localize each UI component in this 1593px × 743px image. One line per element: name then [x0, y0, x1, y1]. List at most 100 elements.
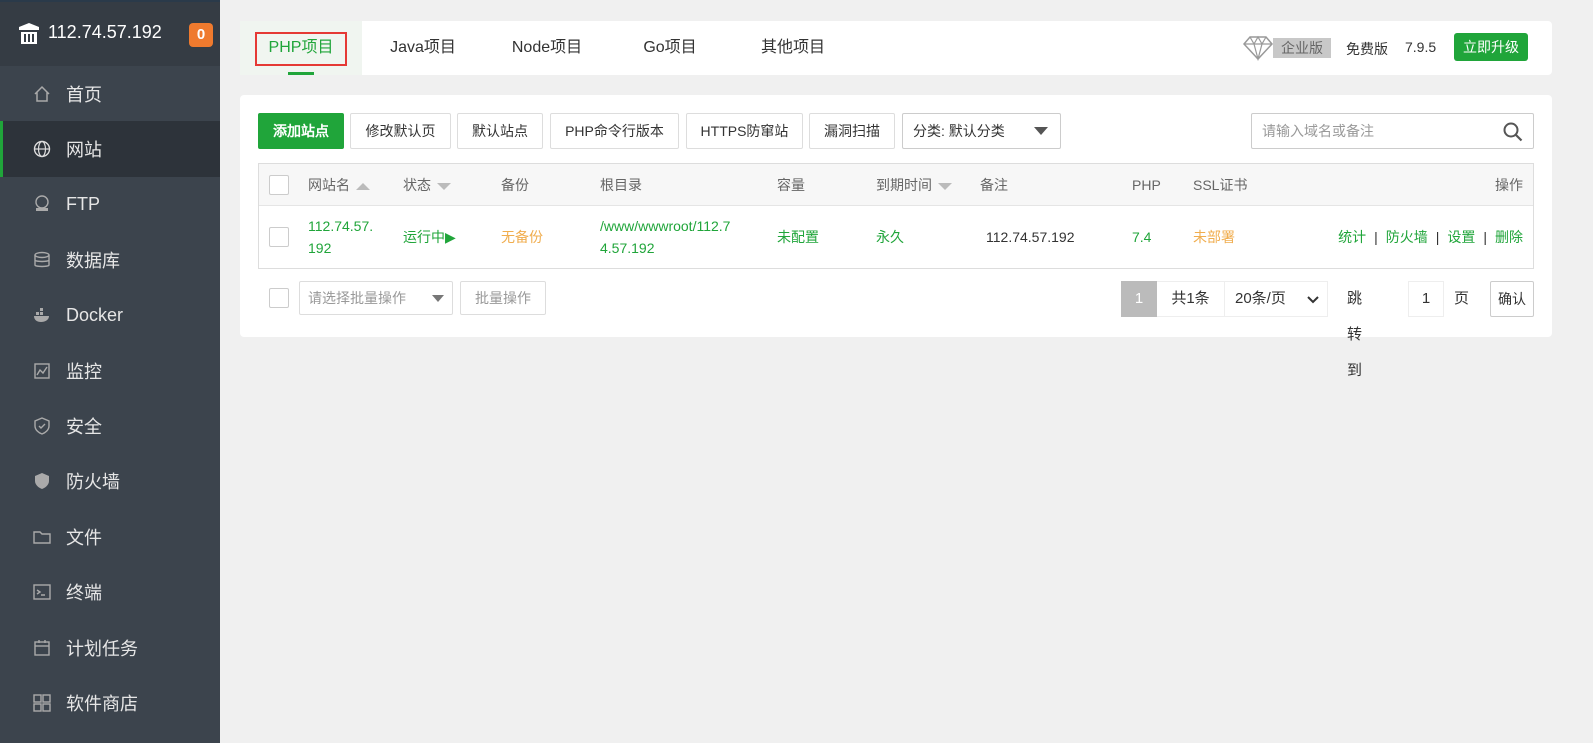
modify-default-page-button[interactable]: 修改默认页 — [350, 113, 451, 149]
upgrade-button[interactable]: 立即升级 — [1454, 33, 1528, 61]
sidebar-item-files[interactable]: 文件 — [0, 509, 220, 564]
project-tabs-bar: PHP项目 Java项目 Node项目 Go项目 其他项目 企业版 免费版 7.… — [240, 21, 1552, 75]
table-footer: 请选择批量操作 批量操作 1 共1条 20条/页 跳转到 1 页 确认 — [258, 281, 1534, 379]
ssl-status[interactable]: 未部署 — [1193, 226, 1235, 248]
folder-icon — [32, 527, 52, 547]
search-icon[interactable] — [1503, 122, 1523, 142]
site-list-panel: 添加站点 修改默认页 默认站点 PHP命令行版本 HTTPS防窜站 漏洞扫描 分… — [240, 95, 1552, 379]
batch-operation-button[interactable]: 批量操作 — [460, 281, 546, 315]
version-number: 7.9.5 — [1405, 39, 1437, 55]
page-size-select[interactable]: 20条/页 — [1225, 281, 1328, 317]
page-unit-label: 页 — [1454, 290, 1470, 307]
column-remark: 备注 — [980, 177, 1008, 193]
tab-java[interactable]: Java项目 — [362, 21, 484, 75]
column-root-dir: 根目录 — [600, 177, 642, 193]
site-table: 网站名 状态 备份 根目录 容量 到期时间 备注 PHP SSL证书 操作 11… — [258, 163, 1534, 269]
sidebar-item-docker[interactable]: Docker — [0, 288, 220, 343]
firewall-link[interactable]: 防火墙 — [1386, 229, 1428, 245]
shield-icon — [32, 416, 52, 436]
column-capacity: 容量 — [777, 177, 805, 193]
sidebar-item-appstore[interactable]: 软件商店 — [0, 675, 220, 730]
sidebar-item-ftp[interactable]: FTP — [0, 177, 220, 232]
category-select-value: 分类: 默认分类 — [913, 123, 1005, 139]
expire-value[interactable]: 永久 — [876, 226, 904, 248]
backup-status[interactable]: 无备份 — [501, 226, 543, 248]
jump-label: 跳转到 — [1347, 290, 1363, 379]
vuln-scan-button[interactable]: 漏洞扫描 — [809, 113, 895, 149]
chevron-down-icon — [432, 295, 444, 302]
notification-badge[interactable]: 0 — [189, 23, 213, 47]
column-actions: 操作 — [1495, 177, 1523, 193]
free-edition-label: 免费版 — [1346, 41, 1388, 57]
enterprise-edition[interactable]: 企业版 — [1243, 35, 1331, 61]
sidebar-item-label: Docker — [66, 304, 124, 325]
sidebar-item-cron[interactable]: 计划任务 — [0, 620, 220, 675]
sidebar: 112.74.57.192 0 首页 网站 FTP 数据库 Docker 监控 — [0, 0, 220, 743]
table-row: 112.74.57. 192 运行中▶ 无备份 /www/wwwroot/112.… — [259, 207, 1533, 268]
sort-asc-icon — [356, 182, 370, 190]
delete-link[interactable]: 删除 — [1495, 229, 1523, 245]
sidebar-menu: 首页 网站 FTP 数据库 Docker 监控 安全 防火墙 文件 终端 计划任… — [0, 66, 220, 731]
column-expire[interactable]: 到期时间 — [876, 164, 952, 206]
confirm-jump-button[interactable]: 确认 — [1490, 281, 1534, 317]
category-select[interactable]: 分类: 默认分类 — [902, 113, 1061, 149]
server-ip[interactable]: 112.74.57.192 — [48, 22, 162, 43]
sidebar-item-label: 网站 — [66, 140, 102, 161]
search-box[interactable] — [1251, 113, 1534, 149]
monitor-icon — [32, 361, 52, 381]
sort-desc-icon — [437, 182, 451, 190]
sidebar-item-terminal[interactable]: 终端 — [0, 565, 220, 620]
capacity-value[interactable]: 未配置 — [777, 226, 819, 248]
php-version-value[interactable]: 7.4 — [1132, 226, 1151, 248]
select-all-checkbox[interactable] — [269, 175, 289, 195]
sidebar-item-website[interactable]: 网站 — [0, 121, 220, 178]
https-guard-button[interactable]: HTTPS防窜站 — [686, 113, 803, 149]
sidebar-item-label: 软件商店 — [66, 693, 138, 714]
column-site-name[interactable]: 网站名 — [308, 164, 370, 206]
batch-select-all-checkbox[interactable] — [269, 288, 289, 308]
remark-value[interactable]: 112.74.57.192 — [986, 226, 1075, 248]
tab-node[interactable]: Node项目 — [484, 21, 610, 75]
apps-icon — [32, 693, 52, 713]
row-checkbox[interactable] — [269, 227, 289, 247]
enterprise-label: 企业版 — [1273, 38, 1331, 58]
stats-link[interactable]: 统计 — [1338, 229, 1366, 245]
site-name-link[interactable]: 112.74.57. 192 — [308, 215, 373, 259]
sidebar-item-label: 防火墙 — [66, 472, 120, 493]
column-backup: 备份 — [501, 177, 529, 193]
tab-go[interactable]: Go项目 — [610, 21, 730, 75]
calendar-icon — [32, 638, 52, 658]
default-site-button[interactable]: 默认站点 — [457, 113, 543, 149]
root-dir-link[interactable]: /www/wwwroot/112.7 4.57.192 — [600, 215, 730, 259]
sidebar-item-firewall[interactable]: 防火墙 — [0, 454, 220, 509]
sidebar-item-label: 安全 — [66, 417, 102, 438]
sidebar-item-monitor[interactable]: 监控 — [0, 343, 220, 398]
php-cli-version-button[interactable]: PHP命令行版本 — [550, 113, 679, 149]
sidebar-item-label: FTP — [66, 193, 100, 214]
sidebar-item-home[interactable]: 首页 — [0, 66, 220, 121]
search-input[interactable] — [1252, 114, 1492, 148]
docker-icon — [32, 305, 52, 325]
ftp-icon — [32, 194, 52, 214]
column-status[interactable]: 状态 — [403, 164, 451, 206]
add-site-button[interactable]: 添加站点 — [258, 113, 344, 149]
database-icon — [32, 250, 52, 270]
page-current[interactable]: 1 — [1121, 281, 1157, 317]
sidebar-item-database[interactable]: 数据库 — [0, 232, 220, 287]
status-running[interactable]: 运行中▶ — [403, 226, 456, 248]
settings-link[interactable]: 设置 — [1447, 229, 1475, 245]
table-header: 网站名 状态 备份 根目录 容量 到期时间 备注 PHP SSL证书 操作 — [259, 164, 1533, 206]
firewall-icon — [32, 471, 52, 491]
sidebar-item-security[interactable]: 安全 — [0, 398, 220, 453]
chevron-down-icon — [1034, 127, 1048, 135]
tab-other[interactable]: 其他项目 — [730, 21, 856, 75]
row-actions: 统计 | 防火墙 | 设置 | 删除 — [1338, 229, 1523, 245]
tab-active-indicator — [288, 72, 314, 75]
sort-desc-icon — [938, 182, 952, 190]
chevron-down-icon — [1307, 296, 1319, 304]
sidebar-item-label: 计划任务 — [66, 638, 138, 659]
batch-operation-select[interactable]: 请选择批量操作 — [299, 281, 453, 315]
jump-page-input[interactable]: 1 — [1408, 281, 1444, 317]
sidebar-item-label: 文件 — [66, 527, 102, 548]
total-count: 共1条 — [1157, 281, 1225, 317]
